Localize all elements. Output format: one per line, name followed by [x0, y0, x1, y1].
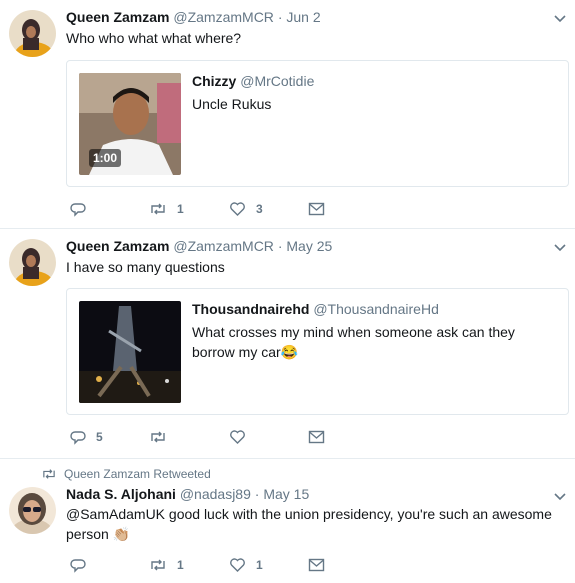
tweet-header: Queen Zamzam @ZamzamMCR · May 25 — [66, 238, 332, 254]
quoted-handle[interactable]: @MrCotidie — [240, 73, 314, 89]
quoted-tweet[interactable]: Thousandnairehd @ThousandnaireHd What cr… — [66, 288, 569, 415]
dm-button[interactable] — [308, 555, 325, 575]
handle[interactable]: @ZamzamMCR — [173, 9, 274, 25]
tweet-text: @SamAdamUK good luck with the union pres… — [66, 504, 556, 544]
tweet-text-body: @SamAdamUK good luck with the union pres… — [66, 506, 552, 542]
timestamp[interactable]: · May 25 — [278, 238, 332, 254]
quoted-tweet-header: Chizzy @MrCotidie — [192, 73, 314, 89]
quoted-display-name[interactable]: Chizzy — [192, 73, 236, 89]
tweet-header: Queen Zamzam @ZamzamMCR · Jun 2 — [66, 9, 321, 25]
chevron-down-icon[interactable] — [553, 492, 567, 502]
like-icon — [230, 202, 245, 216]
retweet-button[interactable] — [149, 427, 177, 447]
dm-icon — [308, 558, 325, 572]
retweet-icon — [151, 203, 165, 215]
tweet[interactable]: Queen Zamzam @ZamzamMCR · Jun 2 Who who … — [0, 0, 575, 228]
timestamp[interactable]: · May 15 — [255, 486, 309, 502]
reply-button[interactable] — [70, 555, 96, 575]
quoted-media[interactable] — [79, 301, 181, 403]
quoted-display-name[interactable]: Thousandnairehd — [192, 301, 309, 317]
reply-icon — [70, 203, 86, 217]
retweeted-by-label[interactable]: Queen Zamzam Retweeted — [64, 467, 211, 481]
like-icon — [230, 558, 245, 572]
tweet-actions: 5 — [66, 427, 356, 447]
tweet-actions: 1 3 — [66, 199, 356, 219]
like-count: 3 — [256, 202, 263, 216]
tweet-text: Who who what what where? — [66, 30, 242, 46]
avatar[interactable] — [9, 487, 56, 534]
display-name[interactable]: Queen Zamzam — [66, 9, 169, 25]
video-thumbnail[interactable]: 1:00 — [79, 73, 181, 175]
video-duration: 1:00 — [89, 149, 122, 167]
quoted-handle[interactable]: @ThousandnaireHd — [313, 301, 439, 317]
timestamp[interactable]: · Jun 2 — [278, 9, 321, 25]
reply-button[interactable] — [70, 199, 96, 219]
reply-button[interactable]: 5 — [70, 427, 103, 447]
tweet-actions: 1 1 — [66, 555, 356, 575]
emoji: 😂 — [280, 344, 299, 360]
retweet-icon — [151, 431, 165, 443]
chevron-down-icon[interactable] — [553, 14, 567, 24]
like-button[interactable] — [229, 427, 256, 447]
retweet-count: 1 — [177, 558, 184, 572]
handle[interactable]: @ZamzamMCR — [173, 238, 274, 254]
tweet[interactable]: Queen Zamzam @ZamzamMCR · May 25 I have … — [0, 228, 575, 458]
quoted-tweet-text: What crosses my mind when someone ask ca… — [192, 322, 552, 362]
chevron-down-icon[interactable] — [553, 243, 567, 253]
dm-button[interactable] — [308, 427, 325, 447]
like-count: 1 — [256, 558, 263, 572]
reply-icon — [70, 559, 86, 573]
quoted-tweet-text: Uncle Rukus — [192, 96, 272, 112]
retweet-button[interactable]: 1 — [149, 555, 184, 575]
tweet-text: I have so many questions — [66, 259, 225, 275]
handle[interactable]: @nadasj89 — [180, 486, 251, 502]
dm-icon — [308, 430, 325, 444]
tweet[interactable]: Queen Zamzam Retweeted Nada S. Aljohani … — [0, 458, 575, 583]
tweet-header: Nada S. Aljohani @nadasj89 · May 15 — [66, 486, 309, 502]
dm-icon — [308, 202, 325, 216]
retweet-button[interactable]: 1 — [149, 199, 184, 219]
quoted-tweet[interactable]: 1:00 Chizzy @MrCotidie Uncle Rukus — [66, 60, 569, 187]
reply-count: 5 — [96, 430, 103, 444]
quoted-text-body: What crosses my mind when someone ask ca… — [192, 324, 515, 360]
reply-icon — [70, 431, 86, 445]
avatar[interactable] — [9, 239, 56, 286]
display-name[interactable]: Nada S. Aljohani — [66, 486, 176, 502]
like-icon — [230, 430, 245, 444]
emoji: 👏🏼 — [112, 526, 131, 542]
display-name[interactable]: Queen Zamzam — [66, 238, 169, 254]
avatar[interactable] — [9, 10, 56, 57]
retweet-count: 1 — [177, 202, 184, 216]
retweet-icon — [151, 559, 165, 571]
retweet-icon — [43, 469, 55, 479]
like-button[interactable]: 1 — [229, 555, 263, 575]
quoted-tweet-header: Thousandnairehd @ThousandnaireHd — [192, 301, 439, 317]
dm-button[interactable] — [308, 199, 325, 219]
like-button[interactable]: 3 — [229, 199, 263, 219]
